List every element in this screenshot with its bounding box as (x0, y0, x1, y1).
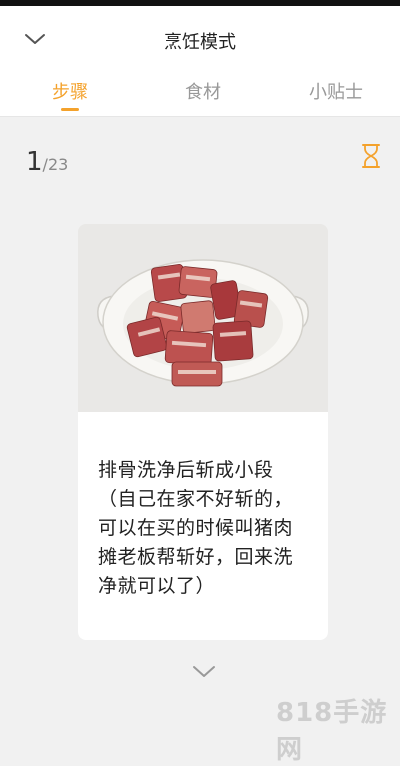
tab-active-indicator (61, 108, 79, 111)
tab-steps-label: 步骤 (52, 82, 88, 103)
tab-steps[interactable]: 步骤 (10, 78, 130, 111)
page-title: 烹饪模式 (164, 32, 236, 53)
chevron-down-icon (193, 666, 215, 677)
step-card: 排骨洗净后斩成小段（自己在家不好斩的，可以在买的时候叫猪肉摊老板帮斩好，回来洗净… (78, 224, 328, 640)
step-description: 排骨洗净后斩成小段（自己在家不好斩的，可以在买的时候叫猪肉摊老板帮斩好，回来洗净… (98, 459, 294, 597)
next-step-button[interactable] (189, 662, 219, 682)
tab-tips-label: 小贴士 (309, 82, 363, 103)
tab-tips[interactable]: 小贴士 (276, 78, 396, 104)
header: 烹饪模式 步骤 食材 小贴士 (0, 6, 400, 117)
step-counter: 1/23 (26, 147, 68, 177)
tab-ingredients[interactable]: 食材 (143, 78, 263, 104)
tab-ingredients-label: 食材 (185, 82, 221, 103)
timer-button[interactable] (360, 143, 382, 169)
step-total: /23 (42, 155, 69, 174)
watermark-logo: 818手游网 (276, 698, 388, 765)
step-photo (78, 224, 328, 412)
hourglass-icon (362, 144, 380, 168)
step-current: 1 (26, 147, 43, 177)
tab-bar: 步骤 食材 小贴士 (0, 78, 400, 114)
